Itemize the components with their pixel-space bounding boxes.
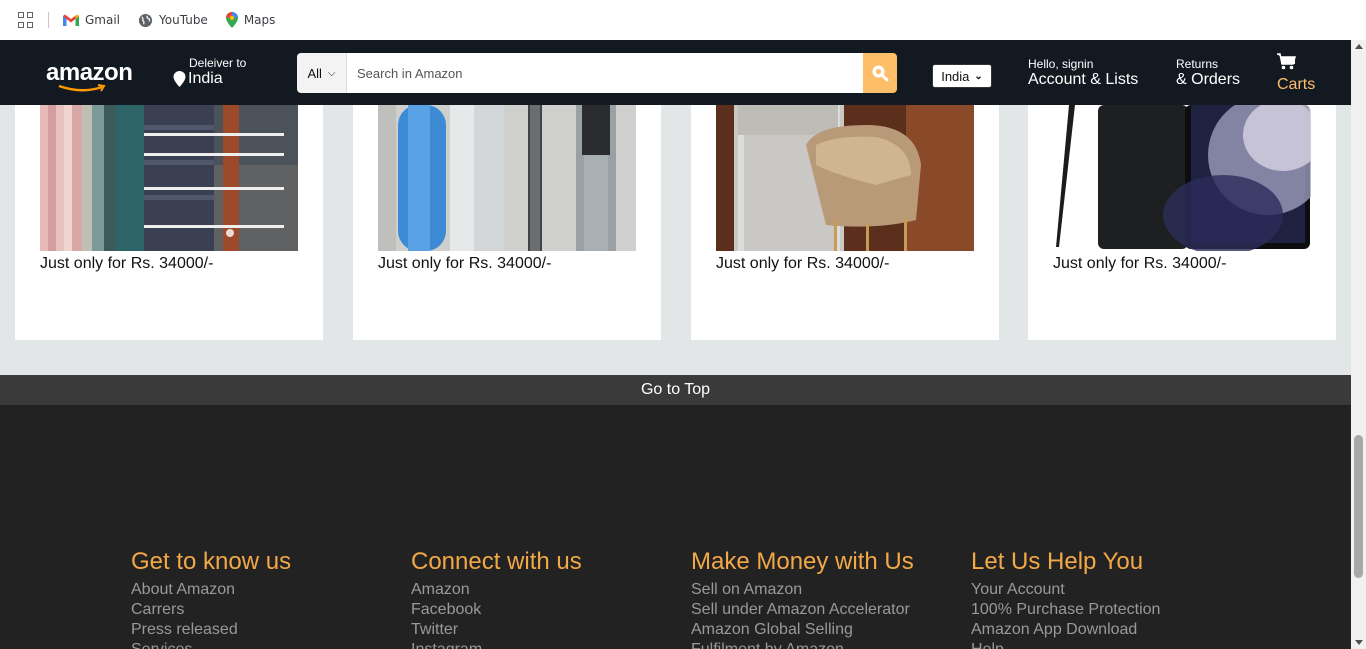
product-card[interactable]: Just only for Rs. 34000/- — [353, 105, 661, 340]
product-image[interactable] — [1053, 105, 1311, 251]
product-price[interactable]: Just only for Rs. 34000/- — [378, 255, 551, 273]
bookmark-label: YouTube — [159, 13, 208, 27]
bookmark-label: Gmail — [85, 13, 121, 27]
bookmarks-bar: Gmail YouTube Maps — [0, 0, 1366, 40]
footer-link[interactable]: Instagram — [411, 640, 582, 649]
deliver-small-label: Deleiver to — [189, 56, 247, 70]
maps-pin-icon — [225, 12, 238, 28]
footer-column-title: Get to know us — [131, 548, 292, 575]
product-image[interactable] — [40, 105, 298, 251]
footer-link[interactable]: Amazon App Download — [971, 620, 1160, 640]
cart-label: Carts — [1277, 76, 1316, 93]
footer-link[interactable]: Twitter — [411, 620, 582, 640]
footer-link[interactable]: Services — [131, 640, 291, 649]
apps-grid-icon[interactable] — [18, 12, 34, 28]
cart-icon — [1277, 53, 1296, 70]
footer-column: Make Money with Us Sell on Amazon Sell u… — [691, 548, 914, 649]
bookmark-youtube[interactable]: YouTube — [138, 13, 208, 28]
returns-orders[interactable]: Returns & Orders — [1176, 57, 1240, 89]
scrollbar-thumb[interactable] — [1354, 435, 1363, 578]
product-image[interactable] — [378, 105, 636, 251]
footer-link[interactable]: About Amazon — [131, 580, 291, 600]
location-pin-icon — [173, 71, 186, 87]
footer-link[interactable]: Amazon — [411, 580, 582, 600]
footer-link[interactable]: Amazon Global Selling — [691, 620, 914, 640]
search-category-select[interactable]: All ⌵ — [297, 53, 347, 93]
cart-button[interactable]: Carts — [1277, 53, 1315, 94]
account-greeting: Hello, signin — [1028, 57, 1094, 71]
product-section: Just only for Rs. 34000/- Just only for … — [0, 105, 1351, 375]
go-to-top-label: Go to Top — [640, 381, 711, 398]
amazon-logo[interactable]: amazon — [46, 59, 133, 87]
footer-link[interactable]: 100% Purchase Protection — [971, 600, 1160, 620]
bookmark-label: Maps — [243, 13, 276, 27]
bookmark-maps[interactable]: Maps — [225, 12, 276, 28]
logo-smile-icon — [58, 84, 106, 92]
search-button[interactable] — [863, 53, 897, 93]
deliver-country: India — [188, 70, 223, 87]
chevron-down-icon: ⌄ — [974, 70, 983, 82]
scroll-up-arrow-icon[interactable] — [1355, 44, 1363, 49]
gmail-icon — [63, 14, 79, 26]
footer-column-title: Make Money with Us — [691, 548, 914, 575]
footer-link[interactable]: Fulfilment by Amazon — [691, 640, 914, 649]
account-label: Account & Lists — [1028, 71, 1139, 88]
go-to-top-button[interactable]: Go to Top — [0, 375, 1351, 405]
footer-column: Get to know us About Amazon Carrers Pres… — [131, 548, 291, 649]
orders-label: & Orders — [1176, 71, 1241, 88]
footer-link[interactable]: Sell on Amazon — [691, 580, 914, 600]
returns-label: Returns — [1176, 57, 1219, 71]
product-price[interactable]: Just only for Rs. 34000/- — [716, 255, 889, 273]
footer-link[interactable]: Help — [971, 640, 1160, 649]
footer-link[interactable]: Sell under Amazon Accelerator — [691, 600, 914, 620]
product-price[interactable]: Just only for Rs. 34000/- — [40, 255, 213, 273]
product-card[interactable]: Just only for Rs. 34000/- — [15, 105, 323, 340]
footer-link[interactable]: Press released — [131, 620, 291, 640]
scroll-down-arrow-icon[interactable] — [1355, 640, 1363, 645]
footer-column: Connect with us Amazon Facebook Twitter … — [411, 548, 582, 649]
footer-column: Let Us Help You Your Account 100% Purcha… — [971, 548, 1160, 649]
top-navbar: amazon Deleiver to India All ⌵ India — [0, 40, 1351, 105]
bookmark-separator — [48, 12, 49, 28]
deliver-location: India — [173, 70, 246, 88]
search-icon — [872, 65, 889, 82]
footer-link[interactable]: Facebook — [411, 600, 582, 620]
country-select[interactable]: India ⌄ — [932, 64, 992, 88]
deliver-to[interactable]: Deleiver to India — [173, 56, 246, 88]
product-card[interactable]: Just only for Rs. 34000/- — [1028, 105, 1336, 340]
product-price[interactable]: Just only for Rs. 34000/- — [1053, 255, 1226, 273]
account-lists[interactable]: Hello, signin Account & Lists — [1028, 57, 1138, 89]
footer-column-title: Let Us Help You — [971, 548, 1144, 575]
product-image[interactable] — [716, 105, 974, 251]
search-input[interactable] — [347, 53, 863, 93]
footer-link[interactable]: Your Account — [971, 580, 1160, 600]
bookmark-gmail[interactable]: Gmail — [63, 13, 120, 27]
footer-column-title: Connect with us — [411, 548, 582, 575]
chevron-down-icon: ⌵ — [327, 67, 336, 79]
product-card[interactable]: Just only for Rs. 34000/- — [691, 105, 999, 340]
search-category-value: All — [307, 65, 322, 81]
page-scrollbar[interactable] — [1351, 40, 1366, 649]
globe-icon — [138, 13, 153, 27]
footer: Get to know us About Amazon Carrers Pres… — [0, 405, 1351, 649]
footer-link[interactable]: Carrers — [131, 600, 291, 620]
country-select-value: India — [941, 68, 970, 84]
search-bar: All ⌵ — [297, 53, 897, 93]
